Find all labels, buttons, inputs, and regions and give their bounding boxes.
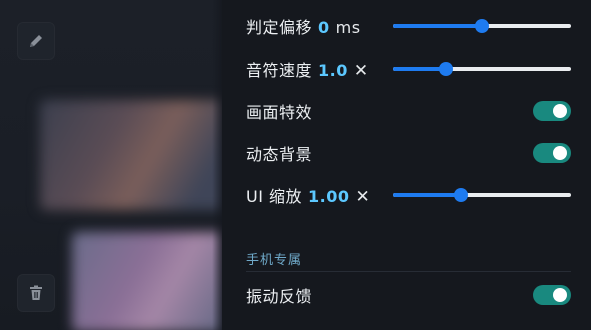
note-speed-label: 音符速度 1.0 ✕: [246, 57, 369, 81]
offset-unit: ms: [335, 18, 361, 37]
settings-panel: 判定偏移 0 ms 音符速度 1.0 ✕ 画面特效 动态背景 UI 缩放 1.0…: [222, 0, 591, 330]
effects-row: 画面特效: [246, 96, 571, 126]
offset-label-text: 判定偏移: [246, 18, 313, 37]
offset-slider[interactable]: [393, 16, 571, 36]
effects-toggle[interactable]: [533, 101, 571, 121]
section-header-mobile: 手机专属: [246, 253, 303, 268]
vibration-row: 振动反馈: [246, 280, 571, 310]
effects-label: 画面特效: [246, 103, 313, 122]
ui-scale-slider[interactable]: [393, 185, 571, 205]
slider-fill: [393, 67, 447, 71]
multiply-sign: ✕: [355, 187, 371, 207]
background-content: [0, 0, 222, 330]
vibration-label: 振动反馈: [246, 287, 313, 306]
blurred-artwork: [72, 232, 222, 330]
section-divider: [246, 271, 571, 272]
slider-fill: [393, 193, 461, 197]
toggle-knob: [553, 146, 567, 160]
multiply-sign: ✕: [353, 61, 369, 81]
slider-knob[interactable]: [475, 19, 489, 33]
dynamic-bg-row: 动态背景: [246, 138, 571, 168]
offset-row: 判定偏移 0 ms: [246, 11, 571, 41]
edit-button[interactable]: [17, 22, 55, 60]
note-speed-row: 音符速度 1.0 ✕: [246, 54, 571, 84]
dynamic-bg-toggle[interactable]: [533, 143, 571, 163]
blurred-artwork: [40, 100, 222, 210]
note-speed-slider[interactable]: [393, 59, 571, 79]
trash-icon: [30, 285, 42, 300]
slider-knob[interactable]: [453, 188, 468, 202]
ui-scale-value: 1.00: [308, 187, 350, 206]
toggle-knob: [553, 288, 567, 302]
slider-fill: [393, 24, 482, 28]
note-speed-label-text: 音符速度: [246, 61, 313, 80]
pencil-icon: [30, 35, 42, 47]
delete-button[interactable]: [17, 274, 55, 312]
slider-knob[interactable]: [439, 62, 454, 76]
note-speed-value: 1.0: [318, 61, 348, 80]
offset-value: 0: [318, 18, 330, 37]
offset-label: 判定偏移 0 ms: [246, 14, 361, 38]
ui-scale-label: UI 缩放 1.00 ✕: [246, 183, 370, 207]
toggle-knob: [553, 104, 567, 118]
ui-scale-row: UI 缩放 1.00 ✕: [246, 180, 571, 210]
ui-scale-label-text: UI 缩放: [246, 187, 303, 206]
dynamic-bg-label: 动态背景: [246, 145, 313, 164]
panel-shadow: [212, 0, 222, 330]
vibration-toggle[interactable]: [533, 285, 571, 305]
